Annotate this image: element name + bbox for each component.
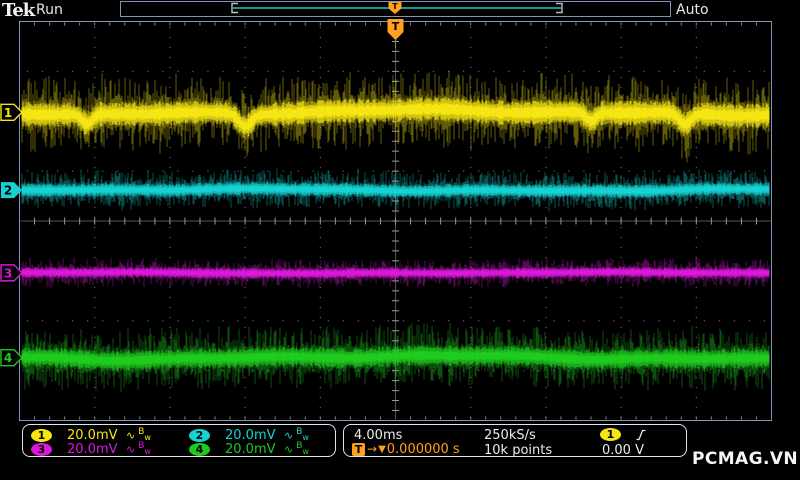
- waveform-display: 1 2 3 4 T: [0, 17, 772, 422]
- ch4-scale: 20.0mV: [225, 442, 284, 457]
- ch1-coupling-bw-icon: ∿ Bw: [126, 429, 151, 442]
- ch3-coupling-bw-icon: ∿ Bw: [126, 443, 151, 456]
- arrow-right-icon: →: [367, 442, 377, 456]
- record-view-bar: T: [120, 1, 671, 17]
- ch1-readout: 1 20.0mV ∿ Bw: [31, 428, 151, 442]
- ch2-position-marker: 2: [1, 182, 22, 198]
- channel-marker-number: 1: [4, 106, 12, 120]
- ch1-position-marker: 1: [1, 104, 22, 120]
- record-view-graphic: T: [121, 2, 668, 14]
- sample-rate-readout: 250kS/s: [484, 428, 536, 443]
- channel-position-markers: 1 2 3 4: [1, 104, 22, 365]
- ch4-badge: 4: [189, 443, 210, 456]
- ch2-coupling-bw-icon: ∿ Bw: [284, 429, 309, 442]
- readout-bar: 1 20.0mV ∿ Bw 2 20.0mV ∿ Bw 3 20.0mV: [0, 424, 800, 460]
- ch4-position-marker: 4: [1, 350, 22, 366]
- ch2-badge: 2: [189, 429, 210, 442]
- trigger-level-readout: 0.00 V: [602, 443, 644, 458]
- ch2-scale: 20.0mV: [225, 428, 284, 443]
- ch3-badge: 3: [31, 443, 52, 456]
- ch3-readout: 3 20.0mV ∿ Bw: [31, 442, 151, 456]
- trigger-slope-rising-icon: [636, 428, 646, 442]
- vertical-readout-box: 1 20.0mV ∿ Bw 2 20.0mV ∿ Bw 3 20.0mV: [22, 424, 336, 457]
- ch3-position-marker: 3: [1, 265, 22, 281]
- trigger-marker-symbol: T: [392, 20, 400, 33]
- ch1-scale: 20.0mV: [67, 428, 126, 443]
- trigger-mode-label: Auto: [676, 2, 709, 18]
- trigger-position-value: 0.000000 s: [387, 442, 460, 457]
- ch4-readout: 4 20.0mV ∿ Bw: [189, 442, 309, 456]
- ch1-badge: 1: [31, 429, 52, 442]
- ch2-readout: 2 20.0mV ∿ Bw: [189, 428, 309, 442]
- trigger-position-readout: T → ▼ 0.000000 s: [352, 442, 460, 456]
- triangle-down-icon: ▼: [378, 444, 386, 455]
- record-length-readout: 10k points: [484, 443, 552, 458]
- channel-marker-number: 2: [4, 184, 12, 198]
- oscilloscope-screen: Tek Run T Auto 1234 T 1 20.0mV ∿: [0, 0, 800, 480]
- ch3-scale: 20.0mV: [67, 442, 126, 457]
- watermark-label: PCMAG.VN: [692, 449, 798, 469]
- acquisition-state: Run: [36, 2, 63, 18]
- ch4-coupling-bw-icon: ∿ Bw: [284, 443, 309, 456]
- trigger-source-badge: 1: [600, 428, 621, 441]
- channel-marker-number: 4: [4, 351, 12, 365]
- record-trigger-symbol: T: [392, 2, 398, 11]
- trigger-t-icon: T: [352, 443, 365, 456]
- horizontal-trigger-readout-box: 4.00ms 250kS/s 1 T → ▼ 0.000000 s 10k po…: [343, 424, 687, 457]
- channel-marker-number: 3: [4, 266, 12, 280]
